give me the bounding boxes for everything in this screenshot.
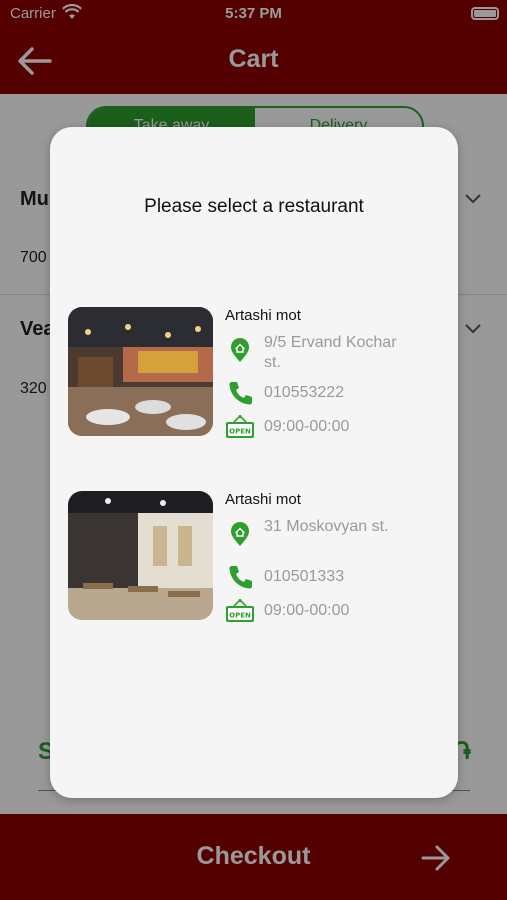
restaurant-address: 31 Moskovyan st. (264, 518, 389, 535)
restaurant-card[interactable]: Artashi mot 9/5 Ervand Kochar st. 010553… (68, 307, 448, 457)
location-pin-icon (231, 522, 249, 546)
restaurant-hours: 09:00-00:00 (264, 418, 350, 435)
restaurant-address: 9/5 Ervand Kochar st. (264, 334, 397, 371)
restaurant-photo (68, 491, 213, 620)
restaurant-name: Artashi mot (225, 491, 301, 508)
restaurant-photo (68, 307, 213, 436)
restaurant-hours: 09:00-00:00 (264, 602, 350, 619)
modal-title: Please select a restaurant (144, 196, 364, 217)
restaurant-picker-modal: Please select a restaurant Artashi mot 9… (50, 127, 458, 798)
restaurant-phone[interactable]: 010501333 (264, 567, 344, 587)
restaurant-card[interactable]: Artashi mot 31 Moskovyan st. 010501333 O… (68, 491, 448, 641)
svg-text:OPEN: OPEN (229, 428, 251, 436)
svg-text:OPEN: OPEN (229, 612, 251, 620)
phone-icon (229, 382, 252, 405)
restaurant-phone[interactable]: 010553222 (264, 383, 344, 403)
phone-icon (229, 566, 252, 589)
open-sign-icon: OPEN (226, 598, 254, 622)
location-pin-icon (231, 338, 249, 362)
restaurant-name: Artashi mot (225, 307, 301, 324)
open-sign-icon: OPEN (226, 414, 254, 438)
